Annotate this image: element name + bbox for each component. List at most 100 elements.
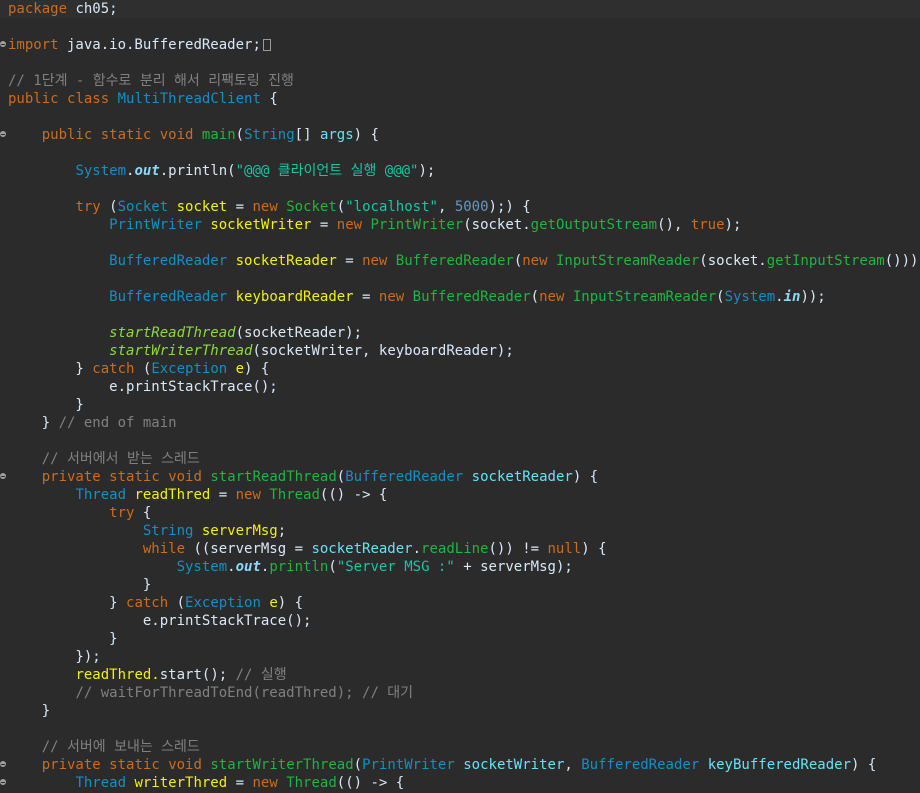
code-editor[interactable]: package ch05; import java.io.BufferedRead… xyxy=(0,0,920,793)
code-token: new xyxy=(522,253,548,269)
code-line[interactable]: }); xyxy=(0,648,920,666)
code-line[interactable]: e.printStackTrace(); xyxy=(0,612,920,630)
code-token: (() -> { xyxy=(319,487,388,503)
code-token: startReadThread xyxy=(210,469,337,485)
code-line[interactable]: public static void main(String[] args) { xyxy=(0,126,920,144)
code-line[interactable] xyxy=(0,108,920,126)
code-line[interactable] xyxy=(0,720,920,738)
code-line[interactable]: } xyxy=(0,396,920,414)
code-token: ( xyxy=(168,595,186,611)
code-token: } xyxy=(8,631,118,647)
code-token: (socket. xyxy=(699,253,767,269)
code-token: ); xyxy=(418,163,436,179)
code-line[interactable]: String serverMsg; xyxy=(0,522,920,540)
code-line[interactable]: try (Socket socket = new Socket("localho… xyxy=(0,198,920,216)
code-line[interactable]: // 1단계 - 함수로 분리 해서 리팩토링 진행 xyxy=(0,72,920,90)
code-line[interactable] xyxy=(0,306,920,324)
code-token: , xyxy=(437,199,455,215)
code-token: "@@@ 클라이언트 실행 @@@" xyxy=(235,163,419,179)
code-token: readLine xyxy=(421,541,489,557)
code-line[interactable]: private static void startWriterThread(Pr… xyxy=(0,756,920,774)
code-line[interactable] xyxy=(0,234,920,252)
code-line[interactable]: } xyxy=(0,630,920,648)
code-token: e xyxy=(269,595,278,611)
code-line[interactable]: BufferedReader socketReader = new Buffer… xyxy=(0,252,920,270)
code-token: (); xyxy=(201,667,236,683)
code-line[interactable] xyxy=(0,180,920,198)
code-token: public xyxy=(8,91,59,107)
code-token: PrintWriter xyxy=(362,757,455,773)
code-line[interactable] xyxy=(0,144,920,162)
code-line[interactable]: private static void startReadThread(Buff… xyxy=(0,468,920,486)
code-token: true xyxy=(690,217,725,233)
code-line[interactable]: try { xyxy=(0,504,920,522)
code-token: ( xyxy=(336,199,346,215)
code-line[interactable]: BufferedReader keyboardReader = new Buff… xyxy=(0,288,920,306)
code-line[interactable]: startReadThread(socketReader); xyxy=(0,324,920,342)
code-line[interactable]: // waitForThreadToEnd(readThred); // 대기 xyxy=(0,684,920,702)
code-token: startWriterThread xyxy=(109,343,253,359)
code-line[interactable] xyxy=(0,54,920,72)
code-token: catch xyxy=(126,595,169,611)
fold-toggle-icon[interactable] xyxy=(0,41,6,47)
code-line[interactable]: System.out.println("Server MSG :" + serv… xyxy=(0,558,920,576)
code-line[interactable] xyxy=(0,18,920,36)
code-line[interactable]: e.printStackTrace(); xyxy=(0,378,920,396)
code-token: PrintWriter xyxy=(109,217,202,233)
code-line[interactable]: } catch (Exception e) { xyxy=(0,594,920,612)
code-token: String xyxy=(142,523,194,539)
code-line[interactable]: package ch05; xyxy=(0,0,920,18)
code-token: new xyxy=(378,289,405,305)
code-line[interactable]: PrintWriter socketWriter = new PrintWrit… xyxy=(0,216,920,234)
code-token: // waitForThreadToEnd(readThred); // 대기 xyxy=(75,685,414,701)
code-line[interactable]: Thread writerThred = new Thread(() -> { xyxy=(0,774,920,792)
code-token: readThred. xyxy=(75,667,160,683)
code-token: ; xyxy=(277,523,287,539)
code-line[interactable]: } xyxy=(0,702,920,720)
code-token: } xyxy=(8,415,59,431)
code-token: socketWriter xyxy=(210,217,312,233)
code-token: void xyxy=(159,127,194,143)
code-token: InputStreamReader xyxy=(572,289,717,305)
code-token: . xyxy=(775,289,784,305)
code-token: static xyxy=(109,757,160,773)
code-line[interactable]: } catch (Exception e) { xyxy=(0,360,920,378)
code-token: socketReader xyxy=(471,469,573,485)
code-line[interactable]: startWriterThread(socketWriter, keyboard… xyxy=(0,342,920,360)
code-token: .println( xyxy=(159,163,236,179)
fold-toggle-icon[interactable] xyxy=(0,131,6,137)
collapsed-imports-icon[interactable] xyxy=(262,39,271,51)
code-line[interactable]: readThred.start(); // 실행 xyxy=(0,666,920,684)
code-token: keyboardReader xyxy=(235,289,354,305)
code-token: (); xyxy=(286,613,312,629)
fold-toggle-icon[interactable] xyxy=(0,473,6,479)
code-token: // end of main xyxy=(58,415,177,431)
code-line[interactable]: while ((serverMsg = socketReader.readLin… xyxy=(0,540,920,558)
code-line[interactable]: System.out.println("@@@ 클라이언트 실행 @@@"); xyxy=(0,162,920,180)
code-token: in xyxy=(783,289,801,305)
code-line[interactable]: // 서버에서 받는 스레드 xyxy=(0,450,920,468)
code-token: ch05; xyxy=(67,1,118,17)
code-line[interactable]: import java.io.BufferedReader; xyxy=(0,36,920,54)
code-line[interactable]: } xyxy=(0,576,920,594)
code-line[interactable]: // 서버에 보내는 스레드 xyxy=(0,738,920,756)
code-line[interactable] xyxy=(0,432,920,450)
fold-toggle-icon[interactable] xyxy=(0,779,6,785)
code-line[interactable]: Thread readThred = new Thread(() -> { xyxy=(0,486,920,504)
code-line[interactable] xyxy=(0,270,920,288)
code-line[interactable]: public class MultiThreadClient { xyxy=(0,90,920,108)
code-token: private xyxy=(41,469,101,485)
code-token: (socketWriter, keyboardReader); xyxy=(252,343,514,359)
code-line[interactable]: } // end of main xyxy=(0,414,920,432)
code-token: . xyxy=(412,541,422,557)
fold-toggle-icon[interactable] xyxy=(0,761,6,767)
